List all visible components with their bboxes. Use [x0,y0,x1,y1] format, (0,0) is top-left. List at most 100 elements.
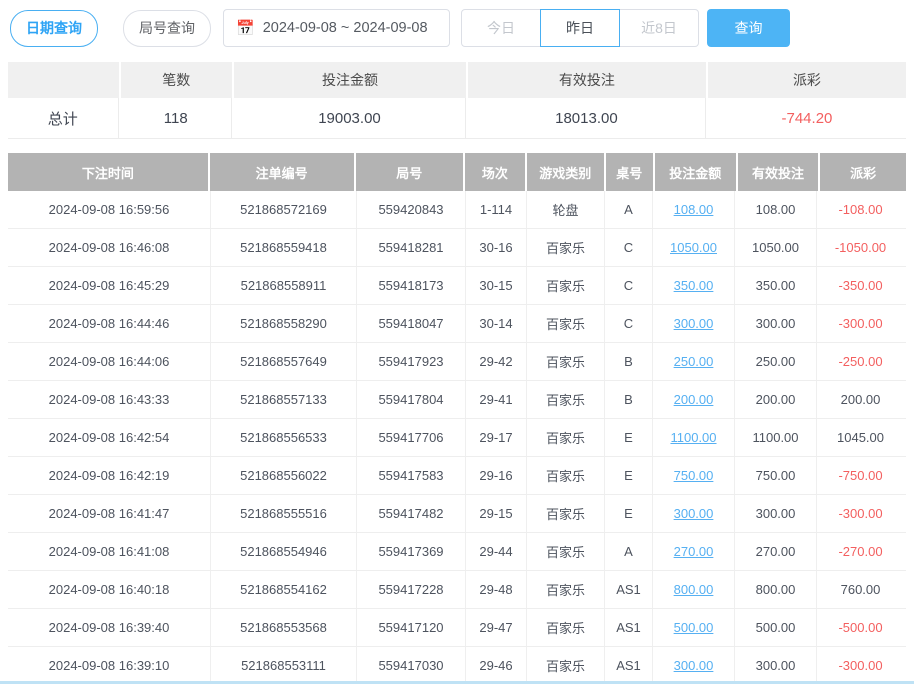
bet-amount-link[interactable]: 108.00 [674,202,714,217]
cell-session: 29-47 [466,609,527,646]
cell-session: 30-16 [466,229,527,266]
summary-table: 笔数 投注金额 有效投注 派彩 总计 118 19003.00 18013.00… [8,62,906,139]
cell-bet-time: 2024-09-08 16:43:33 [8,381,211,418]
summary-header-valid-bet: 有效投注 [468,62,706,98]
bet-amount-link[interactable]: 300.00 [674,506,714,521]
table-row: 2024-09-08 16:42:54521868556533559417706… [8,419,906,457]
column-header-payout: 派彩 [820,153,906,191]
bet-amount-link[interactable]: 300.00 [674,316,714,331]
cell-payout: -300.00 [817,305,904,342]
table-row: 2024-09-08 16:42:19521868556022559417583… [8,457,906,495]
cell-valid-bet: 350.00 [735,267,817,304]
date-range-input[interactable]: 📅 2024-09-08 ~ 2024-09-08 [223,9,450,47]
table-row: 2024-09-08 16:39:40521868553568559417120… [8,609,906,647]
cell-table-no: C [605,267,653,304]
summary-header-bet-amount: 投注金额 [234,62,466,98]
cell-bet-ticket-no: 521868556533 [211,419,357,456]
bet-amount-link[interactable]: 1100.00 [670,430,716,445]
summary-total-count: 118 [121,98,233,138]
cell-round-no: 559417228 [357,571,466,608]
cell-session: 29-44 [466,533,527,570]
cell-bet-amount: 350.00 [653,267,735,304]
bet-amount-link[interactable]: 250.00 [674,354,714,369]
cell-table-no: AS1 [605,609,653,646]
cell-bet-time: 2024-09-08 16:46:08 [8,229,211,266]
cell-game-type: 百家乐 [527,495,605,532]
cell-bet-amount: 1100.00 [653,419,735,456]
cell-payout: -750.00 [817,457,904,494]
cell-payout: -108.00 [817,191,904,228]
cell-game-type: 百家乐 [527,571,605,608]
cell-game-type: 百家乐 [527,305,605,342]
cell-bet-ticket-no: 521868555516 [211,495,357,532]
round-query-tab[interactable]: 局号查询 [123,10,211,47]
cell-bet-time: 2024-09-08 16:59:56 [8,191,211,228]
records-table: 下注时间注单编号局号场次游戏类别桌号投注金额有效投注派彩 2024-09-08 … [8,153,906,684]
toolbar: 日期查询 局号查询 📅 2024-09-08 ~ 2024-09-08 今日 昨… [0,0,914,47]
cell-valid-bet: 270.00 [735,533,817,570]
cell-session: 30-14 [466,305,527,342]
cell-table-no: B [605,343,653,380]
date-query-tab[interactable]: 日期查询 [10,10,98,47]
cell-session: 30-15 [466,267,527,304]
calendar-icon: 📅 [236,21,255,36]
cell-payout: 760.00 [817,571,904,608]
bet-amount-link[interactable]: 800.00 [674,582,714,597]
cell-session: 29-46 [466,647,527,684]
summary-total-payout: -744.20 [708,98,906,138]
cell-game-type: 百家乐 [527,267,605,304]
yesterday-button[interactable]: 昨日 [540,9,620,47]
date-range-value: 2024-09-08 ~ 2024-09-08 [263,20,428,36]
column-header-bet-ticket-no: 注单编号 [210,153,354,191]
cell-table-no: AS1 [605,571,653,608]
bet-amount-link[interactable]: 350.00 [674,278,714,293]
cell-payout: -300.00 [817,647,904,684]
cell-bet-amount: 300.00 [653,305,735,342]
cell-bet-ticket-no: 521868554162 [211,571,357,608]
cell-bet-time: 2024-09-08 16:44:46 [8,305,211,342]
cell-payout: -270.00 [817,533,904,570]
cell-bet-time: 2024-09-08 16:41:47 [8,495,211,532]
bet-amount-link[interactable]: 1050.00 [670,240,717,255]
cell-bet-time: 2024-09-08 16:41:08 [8,533,211,570]
cell-game-type: 百家乐 [527,609,605,646]
summary-header-payout: 派彩 [708,62,906,98]
cell-round-no: 559417369 [357,533,466,570]
bet-amount-link[interactable]: 200.00 [674,392,714,407]
today-button[interactable]: 今日 [461,9,541,47]
table-row: 2024-09-08 16:44:06521868557649559417923… [8,343,906,381]
summary-total-valid-bet: 18013.00 [468,98,706,138]
table-row: 2024-09-08 16:43:33521868557133559417804… [8,381,906,419]
search-button[interactable]: 查询 [707,9,790,47]
cell-valid-bet: 108.00 [735,191,817,228]
cell-game-type: 百家乐 [527,533,605,570]
table-row: 2024-09-08 16:39:10521868553111559417030… [8,647,906,684]
summary-header-count: 笔数 [121,62,233,98]
table-row: 2024-09-08 16:44:46521868558290559418047… [8,305,906,343]
cell-bet-time: 2024-09-08 16:42:54 [8,419,211,456]
cell-bet-amount: 250.00 [653,343,735,380]
cell-table-no: A [605,533,653,570]
cell-bet-ticket-no: 521868553568 [211,609,357,646]
cell-session: 29-17 [466,419,527,456]
cell-round-no: 559417482 [357,495,466,532]
cell-round-no: 559417804 [357,381,466,418]
bet-amount-link[interactable]: 270.00 [674,544,714,559]
bet-amount-link[interactable]: 300.00 [674,658,714,673]
cell-valid-bet: 1100.00 [735,419,817,456]
bet-amount-link[interactable]: 500.00 [674,620,714,635]
cell-game-type: 轮盘 [527,191,605,228]
cell-round-no: 559417583 [357,457,466,494]
table-row: 2024-09-08 16:41:08521868554946559417369… [8,533,906,571]
cell-bet-time: 2024-09-08 16:45:29 [8,267,211,304]
last8days-button[interactable]: 近8日 [619,9,699,47]
cell-table-no: E [605,457,653,494]
cell-session: 29-41 [466,381,527,418]
cell-bet-amount: 750.00 [653,457,735,494]
cell-round-no: 559418281 [357,229,466,266]
cell-game-type: 百家乐 [527,381,605,418]
cell-session: 29-16 [466,457,527,494]
bet-amount-link[interactable]: 750.00 [674,468,714,483]
cell-bet-time: 2024-09-08 16:42:19 [8,457,211,494]
cell-valid-bet: 250.00 [735,343,817,380]
